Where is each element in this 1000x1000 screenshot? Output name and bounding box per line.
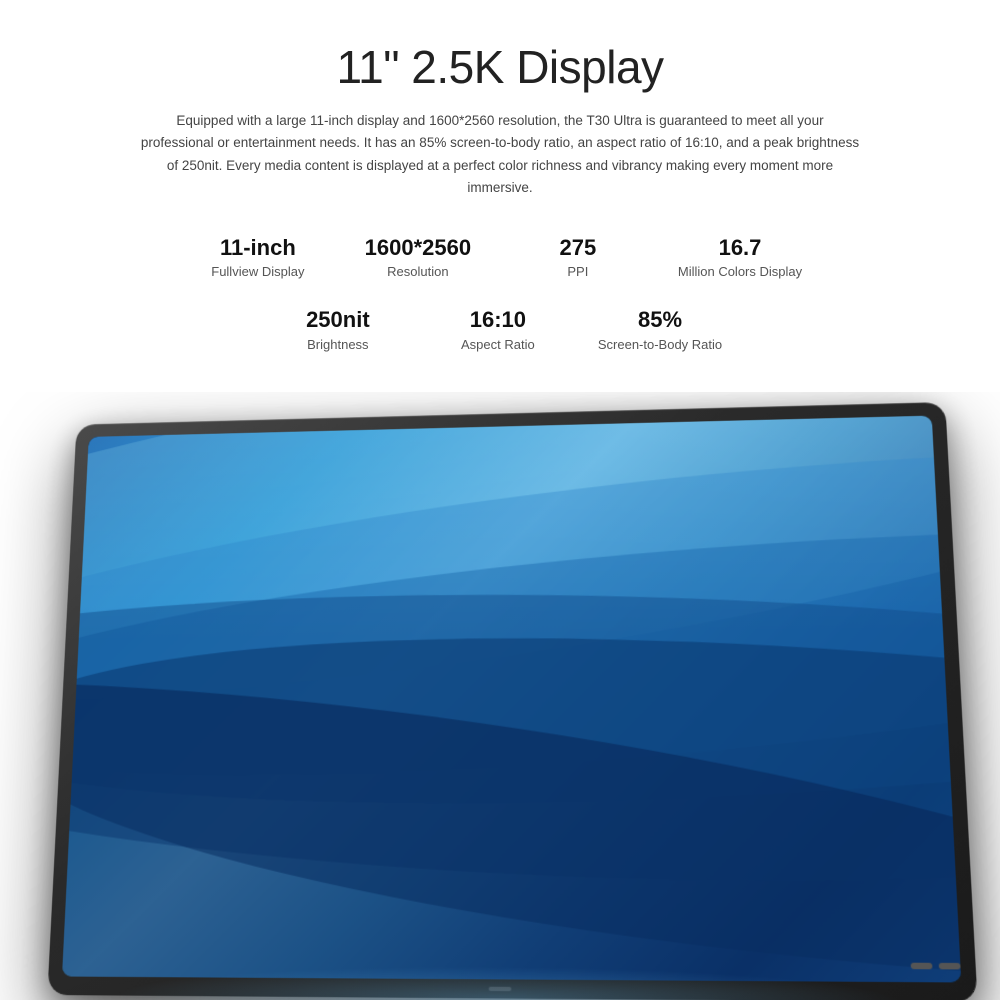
main-title: 11" 2.5K Display — [336, 40, 663, 94]
spec-colors: 16.7 Million Colors Display — [658, 227, 822, 287]
screen-content — [62, 416, 961, 983]
description: Equipped with a large 11-inch display an… — [140, 110, 860, 199]
specs-row-2: 250nit Brightness 16:10 Aspect Ratio 85%… — [60, 299, 940, 359]
tablet-wrapper — [47, 402, 977, 1000]
side-btn-2 — [939, 963, 961, 970]
side-buttons — [911, 963, 961, 970]
spec-brightness: 250nit Brightness — [258, 299, 418, 359]
spec-size: 11-inch Fullview Display — [178, 227, 338, 287]
tablet-screen — [62, 416, 961, 983]
spec-ppi: 275 PPI — [498, 227, 658, 287]
tablet-body — [47, 402, 977, 1000]
spec-aspect-ratio: 16:10 Aspect Ratio — [418, 299, 578, 359]
tablet-container — [0, 392, 1000, 1000]
side-btn-1 — [911, 963, 933, 970]
spec-screen-ratio: 85% Screen-to-Body Ratio — [578, 299, 742, 359]
top-section: 11" 2.5K Display Equipped with a large 1… — [0, 0, 1000, 392]
spec-resolution: 1600*2560 Resolution — [338, 227, 498, 287]
specs-row-1: 11-inch Fullview Display 1600*2560 Resol… — [60, 227, 940, 287]
specs-grid: 11-inch Fullview Display 1600*2560 Resol… — [60, 227, 940, 372]
